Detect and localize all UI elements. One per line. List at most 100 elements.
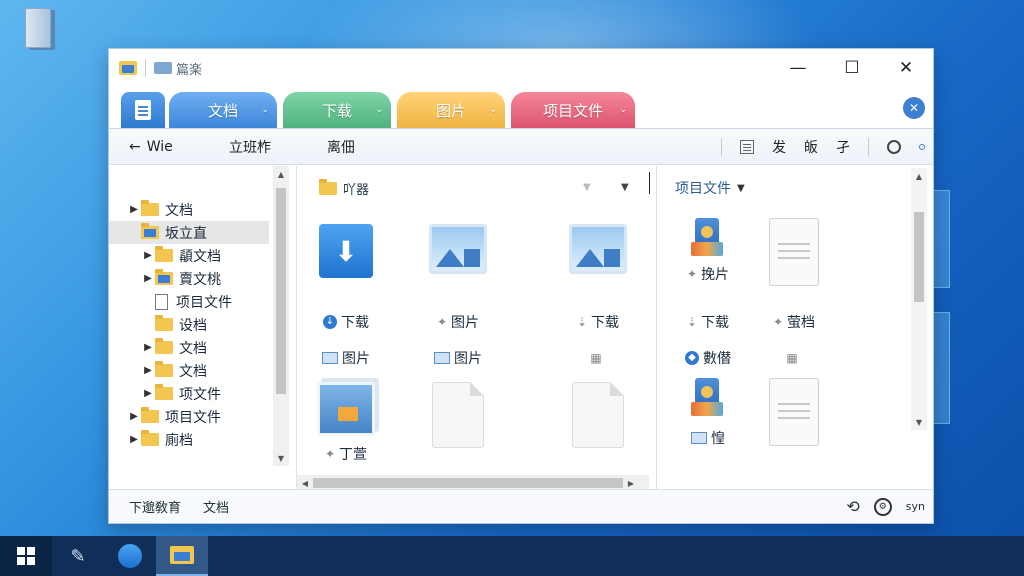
back-label: Wie bbox=[146, 138, 173, 155]
file-label: 下载 bbox=[591, 315, 620, 331]
background-window-edge bbox=[932, 190, 950, 288]
tab-documents[interactable]: 文档 ⌄ bbox=[169, 92, 277, 128]
file-label-row[interactable]: ⇣ 下载 bbox=[663, 312, 753, 332]
grid-icon: ▦ bbox=[786, 351, 798, 365]
tree-item[interactable]: ▶ 文档 bbox=[109, 198, 296, 221]
file-label-row[interactable]: ✦ 图片 bbox=[413, 312, 503, 332]
tree-item[interactable]: 项目文件 bbox=[109, 290, 296, 313]
expand-arrow-icon[interactable]: ▶ bbox=[141, 365, 155, 376]
scroll-down-icon[interactable]: ▼ bbox=[911, 414, 927, 430]
file-tile[interactable] bbox=[413, 224, 503, 274]
chevron-down-icon: ⌄ bbox=[261, 105, 269, 115]
tree-item[interactable]: ▶ 项文件 bbox=[109, 382, 296, 405]
tree-item[interactable]: ▶ 文档 bbox=[109, 359, 296, 382]
file-tile[interactable] bbox=[413, 382, 503, 448]
taskbar-app-pin[interactable]: ✎ bbox=[52, 536, 104, 576]
scroll-thumb[interactable] bbox=[313, 478, 623, 488]
tree-item-label: 賣文桃 bbox=[179, 271, 221, 288]
minimize-button[interactable]: — bbox=[771, 49, 825, 87]
sort-icon[interactable]: ▼ bbox=[583, 182, 591, 193]
toolbar-action-1[interactable]: 发 bbox=[772, 137, 786, 157]
toolbar-item-2[interactable]: 离佃 bbox=[327, 137, 355, 157]
file-label-row[interactable]: 图片 bbox=[301, 348, 391, 368]
tree-item-label: 项文件 bbox=[179, 386, 221, 403]
file-label-row[interactable]: ↓ 下载 bbox=[301, 312, 391, 332]
tab-home[interactable] bbox=[121, 92, 165, 128]
tree-item[interactable]: ▶ 䫇文档 bbox=[109, 244, 296, 267]
expand-arrow-icon[interactable]: ▶ bbox=[127, 434, 141, 445]
status-text-left: 下邈敎育 bbox=[129, 501, 182, 516]
file-label-row[interactable]: ◆ 數僣 bbox=[663, 348, 753, 368]
scroll-right-icon[interactable]: ▶ bbox=[623, 479, 639, 488]
tree-item[interactable]: ▶ 文档 bbox=[109, 336, 296, 359]
scroll-up-icon[interactable]: ▲ bbox=[911, 168, 927, 184]
settings-icon[interactable]: ⚙ bbox=[873, 497, 892, 516]
image-icon bbox=[569, 224, 627, 274]
taskbar-app-explorer[interactable] bbox=[156, 536, 208, 576]
expand-arrow-icon[interactable]: ▶ bbox=[127, 411, 141, 422]
photo-icon bbox=[317, 382, 375, 436]
scroll-left-icon[interactable]: ◀ bbox=[297, 479, 313, 488]
blank-file-icon bbox=[572, 382, 624, 448]
taskbar-app-browser[interactable] bbox=[104, 536, 156, 576]
file-label-row[interactable]: ▦ bbox=[553, 348, 643, 368]
close-button[interactable]: ✕ bbox=[879, 49, 933, 87]
chevron-down-icon[interactable]: ▼ bbox=[621, 182, 629, 193]
scroll-thumb[interactable] bbox=[914, 212, 924, 302]
scroll-up-icon[interactable]: ▲ bbox=[273, 166, 289, 182]
file-tile[interactable] bbox=[553, 224, 643, 274]
file-tile[interactable] bbox=[553, 382, 643, 448]
tree-item-selected[interactable]: 坂立直 bbox=[109, 221, 269, 244]
search-icon[interactable] bbox=[887, 139, 901, 154]
tab-label: 下载 bbox=[321, 101, 352, 120]
preview-scrollbar[interactable]: ▲ ▼ bbox=[911, 168, 927, 430]
tree-scrollbar[interactable]: ▲ ▼ bbox=[273, 166, 289, 466]
tab-project-files[interactable]: 项目文件 ⌄ bbox=[511, 92, 635, 128]
file-tile[interactable]: ⬇ bbox=[301, 224, 391, 278]
title-bar[interactable]: 篇楽 — ☐ ✕ bbox=[109, 49, 933, 87]
expand-arrow-icon[interactable]: ▶ bbox=[141, 273, 155, 284]
file-label: 下载 bbox=[341, 315, 369, 331]
tree-item[interactable]: ▶ 项目文件 bbox=[109, 405, 296, 428]
tab-label: 图片 bbox=[435, 101, 466, 120]
expand-arrow-icon[interactable]: ▶ bbox=[141, 388, 155, 399]
scroll-thumb[interactable] bbox=[276, 188, 286, 394]
file-tile[interactable]: ✦ 丁萱 bbox=[301, 382, 391, 464]
file-tile[interactable]: 惶 bbox=[663, 378, 753, 448]
list-view-icon[interactable] bbox=[740, 139, 754, 154]
document-icon bbox=[135, 100, 151, 120]
desktop-icon-file[interactable] bbox=[10, 4, 66, 52]
preview-title: 项目文件 bbox=[675, 181, 731, 197]
close-tabs-button[interactable]: ✕ bbox=[903, 97, 925, 119]
expand-arrow-icon[interactable]: ▶ bbox=[141, 342, 155, 353]
folder-icon bbox=[170, 546, 194, 564]
expand-arrow-icon[interactable]: ▶ bbox=[141, 250, 155, 261]
toolbar-action-3[interactable]: 孑 bbox=[836, 137, 850, 157]
expand-arrow-icon[interactable]: ▶ bbox=[127, 204, 141, 215]
tree-item[interactable]: ▶ 賣文桃 bbox=[109, 267, 296, 290]
start-button[interactable] bbox=[0, 536, 52, 576]
back-button[interactable]: ← Wie bbox=[129, 139, 229, 155]
toolbar-item-1[interactable]: 立班柞 bbox=[229, 137, 271, 157]
file-label-row[interactable]: 图片 bbox=[413, 348, 503, 368]
document-icon bbox=[155, 293, 168, 310]
file-pane-header: 吖器 ▼ ▼ bbox=[297, 166, 656, 210]
scroll-down-icon[interactable]: ▼ bbox=[273, 450, 289, 466]
maximize-button[interactable]: ☐ bbox=[825, 49, 879, 87]
toolbar-action-2[interactable]: 皈 bbox=[804, 137, 818, 157]
file-label: 下载 bbox=[701, 315, 730, 331]
tree-item[interactable]: 设档 bbox=[109, 313, 296, 336]
file-tile[interactable] bbox=[749, 378, 839, 446]
tab-downloads[interactable]: 下载 ⌄ bbox=[283, 92, 391, 128]
file-label-row[interactable]: ⇣ 下载 bbox=[553, 312, 643, 332]
tree-item[interactable]: ▶ 廁档 bbox=[109, 428, 296, 451]
file-label: 图片 bbox=[342, 351, 370, 367]
file-label-row[interactable]: ▦ bbox=[749, 348, 839, 368]
toolbar-right: 发 皈 孑 bbox=[721, 137, 933, 157]
file-label-row[interactable]: ✦ 萤档 bbox=[749, 312, 839, 332]
preview-header[interactable]: 项目文件 ▼ bbox=[657, 166, 933, 210]
file-tile[interactable] bbox=[749, 218, 839, 286]
file-tile[interactable]: ✦ 挽片 bbox=[663, 218, 753, 284]
sync-icon[interactable]: ⟲ bbox=[846, 497, 859, 516]
tab-pictures[interactable]: 图片 ⌄ bbox=[397, 92, 505, 128]
